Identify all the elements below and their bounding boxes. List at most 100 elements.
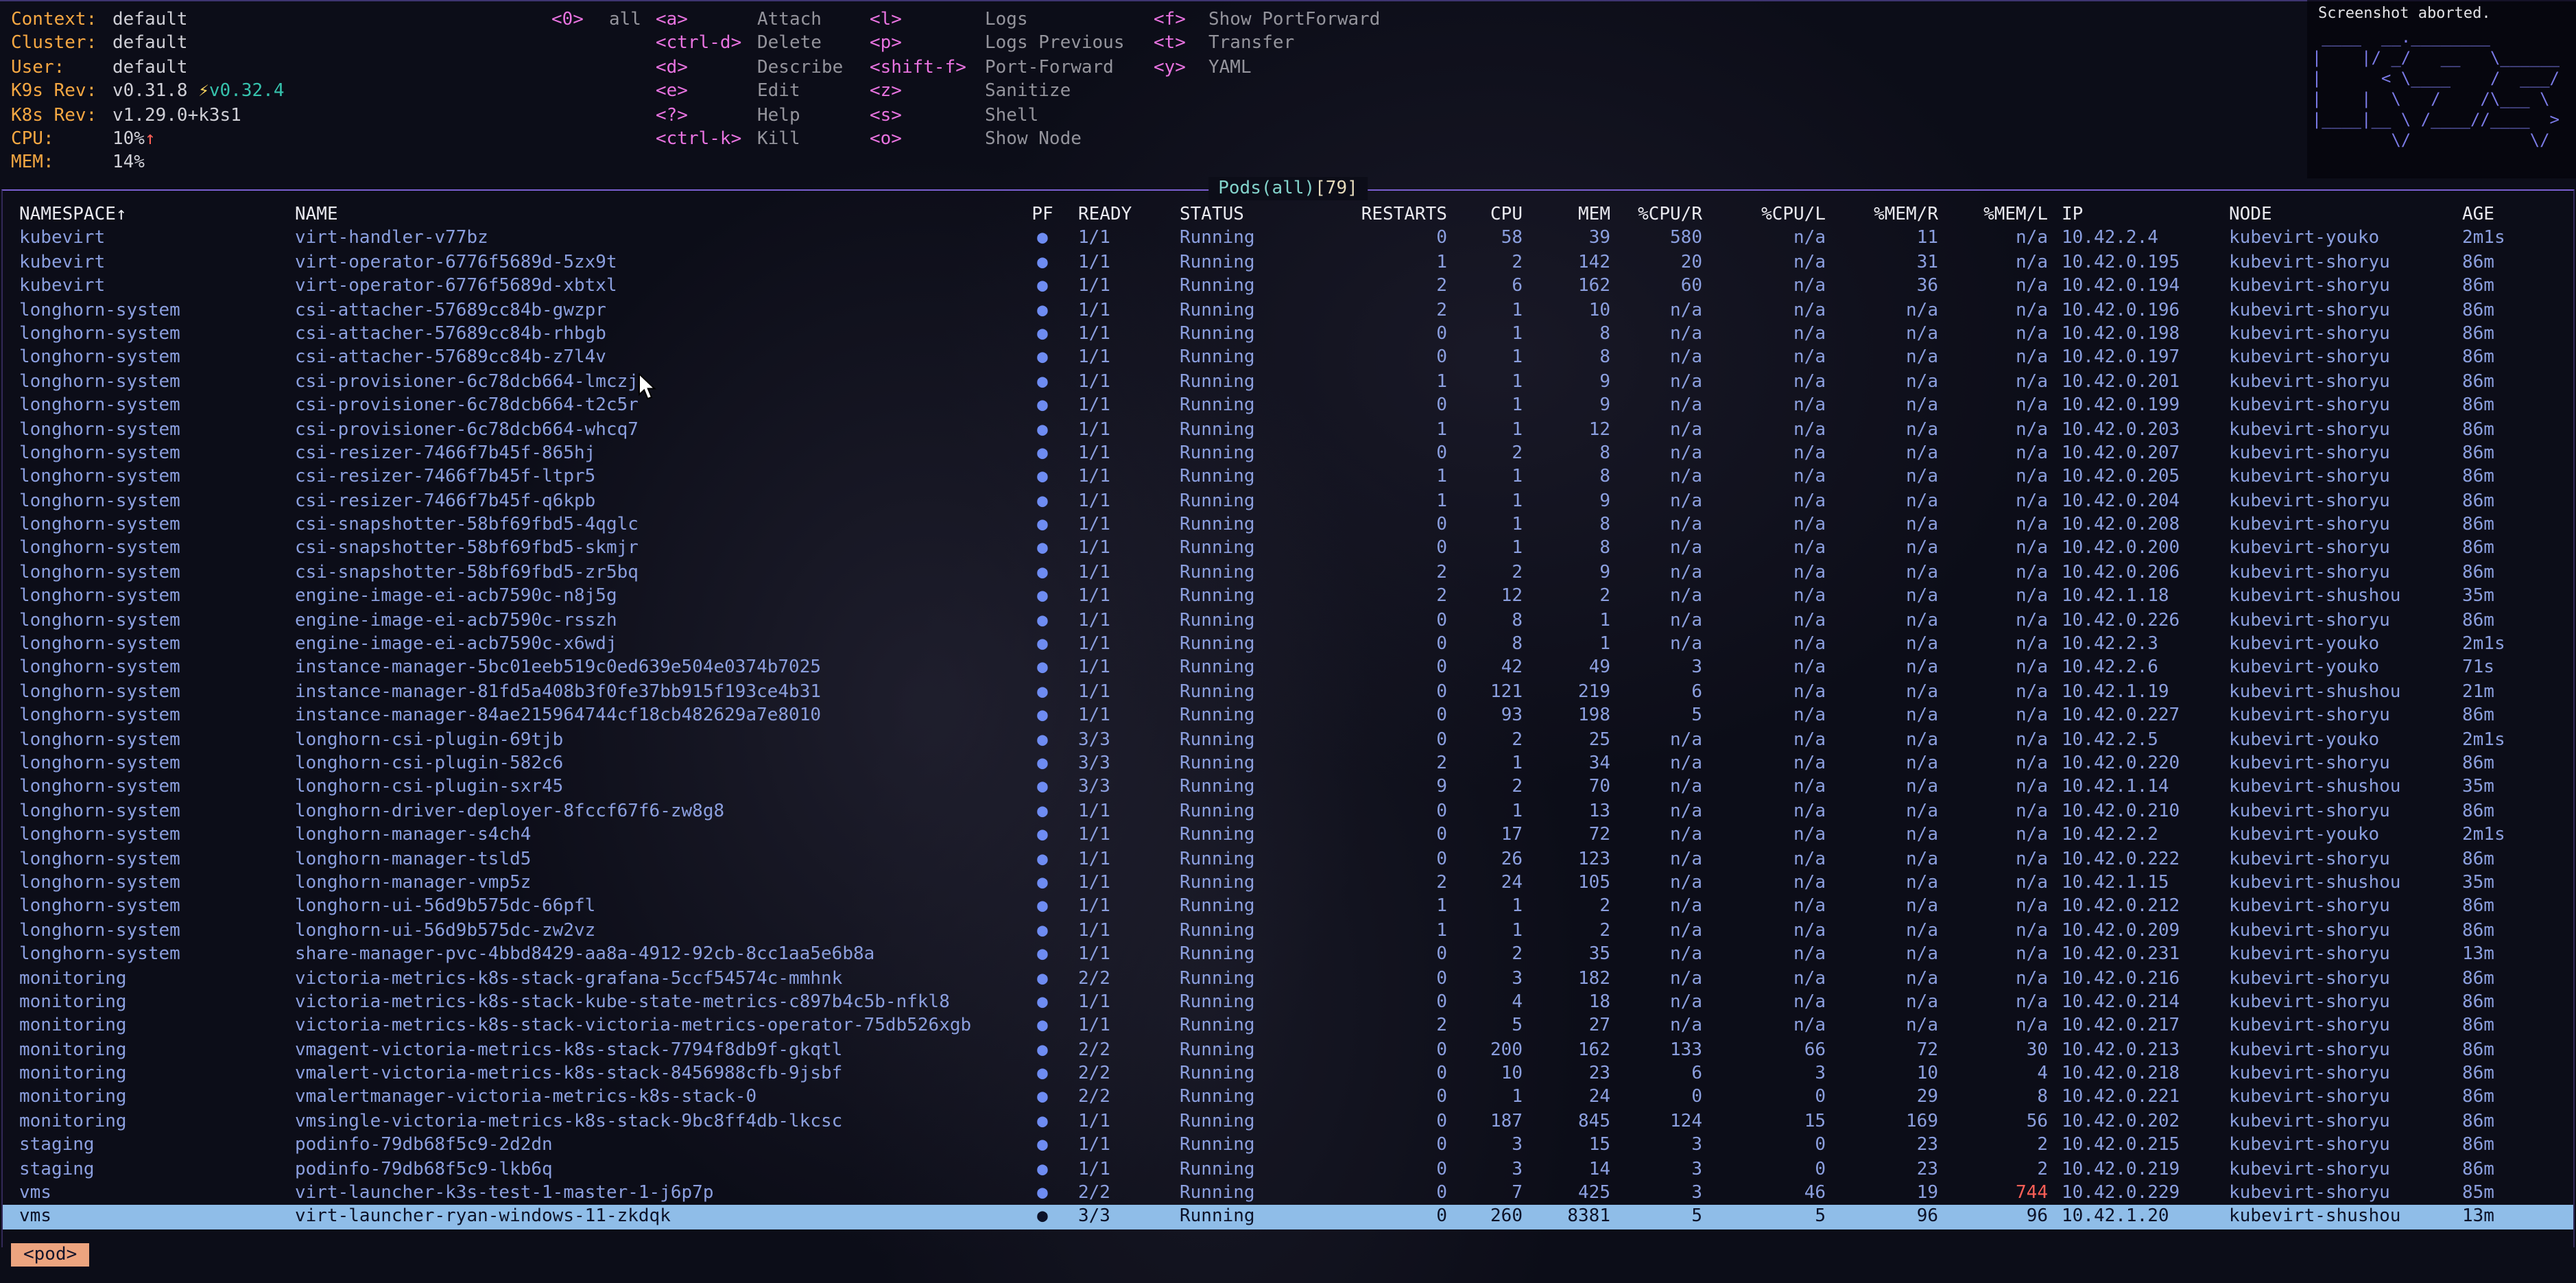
table-cell: Running xyxy=(1166,1110,1324,1134)
table-cell: n/a xyxy=(1610,871,1702,895)
table-row[interactable]: longhorn-systemlonghorn-manager-s4ch4●1/… xyxy=(3,823,2573,847)
table-row[interactable]: longhorn-systemlonghorn-csi-plugin-69tjb… xyxy=(3,728,2573,752)
table-row[interactable]: kubevirtvirt-handler-v77bz●1/1Running058… xyxy=(3,227,2573,251)
info-value: 14% xyxy=(112,153,145,174)
table-row[interactable]: vmsvirt-launcher-k3s-test-1-master-1-j6p… xyxy=(3,1181,2573,1205)
table-cell: kubevirt-shoryu xyxy=(2229,919,2462,943)
table-row[interactable]: longhorn-systeminstance-manager-84ae2159… xyxy=(3,704,2573,728)
table-row[interactable]: longhorn-systemcsi-resizer-7466f7b45f-lt… xyxy=(3,466,2573,490)
table-cell: 0 xyxy=(1324,1157,1447,1181)
table-row[interactable]: longhorn-systemcsi-snapshotter-58bf69fbd… xyxy=(3,561,2573,585)
table-cell: 1/1 xyxy=(1070,895,1166,919)
status-dot-icon: ● xyxy=(1015,394,1070,418)
table-row[interactable]: longhorn-systemshare-manager-pvc-4bbd842… xyxy=(3,943,2573,967)
menu-item-port-forward: <shift-f>Port-Forward xyxy=(870,56,1125,80)
table-row[interactable]: monitoringvictoria-metrics-k8s-stack-vic… xyxy=(3,1015,2573,1039)
table-cell: 0 xyxy=(1324,1086,1447,1110)
table-row[interactable]: longhorn-systemcsi-provisioner-6c78dcb66… xyxy=(3,394,2573,418)
table-row[interactable]: longhorn-systemcsi-attacher-57689cc84b-g… xyxy=(3,298,2573,322)
table-cell: 19 xyxy=(1826,1181,1938,1205)
info-label: Context: xyxy=(11,8,99,32)
table-cell: n/a xyxy=(1702,943,1826,967)
breadcrumb-pod[interactable]: <pod> xyxy=(11,1243,89,1267)
table-row[interactable]: longhorn-systemcsi-provisioner-6c78dcb66… xyxy=(3,370,2573,394)
table-row[interactable]: longhorn-systemlonghorn-driver-deployer-… xyxy=(3,800,2573,824)
table-cell: Running xyxy=(1166,418,1324,442)
table-cell: 1 xyxy=(1447,466,1523,490)
table-row[interactable]: stagingpodinfo-79db68f5c9-2d2dn●1/1Runni… xyxy=(3,1133,2573,1157)
table-cell: Running xyxy=(1166,513,1324,537)
table-cell: n/a xyxy=(1702,681,1826,705)
table-row[interactable]: monitoringvmagent-victoria-metrics-k8s-s… xyxy=(3,1038,2573,1062)
table-row[interactable]: longhorn-systemcsi-attacher-57689cc84b-z… xyxy=(3,346,2573,370)
table-cell: 86m xyxy=(2462,919,2569,943)
table-row[interactable]: kubevirtvirt-operator-6776f5689d-5zx9t●1… xyxy=(3,251,2573,275)
table-cell: 10.42.2.2 xyxy=(2048,823,2229,847)
table-cell: 10.42.0.216 xyxy=(2048,967,2229,991)
table-cell: csi-resizer-7466f7b45f-q6kpb xyxy=(295,489,1015,513)
table-row[interactable]: monitoringvictoria-metrics-k8s-stack-gra… xyxy=(3,967,2573,991)
table-row[interactable]: longhorn-systemcsi-snapshotter-58bf69fbd… xyxy=(3,513,2573,537)
table-row[interactable]: monitoringvmsingle-victoria-metrics-k8s-… xyxy=(3,1110,2573,1134)
table-row[interactable]: longhorn-systemengine-image-ei-acb7590c-… xyxy=(3,609,2573,633)
cluster-info: Context:defaultCluster:defaultUser:defau… xyxy=(11,8,285,175)
table-cell: n/a xyxy=(1938,728,2048,752)
table-cell: 1/1 xyxy=(1070,537,1166,561)
table-row[interactable]: longhorn-systeminstance-manager-5bc01eeb… xyxy=(3,657,2573,681)
table-cell: kubevirt-shoryu xyxy=(2229,418,2462,442)
table-cell: Running xyxy=(1166,823,1324,847)
table-row[interactable]: longhorn-systemcsi-resizer-7466f7b45f-86… xyxy=(3,442,2573,466)
table-cell: kubevirt-shushou xyxy=(2229,776,2462,800)
table-row[interactable]: longhorn-systemengine-image-ei-acb7590c-… xyxy=(3,633,2573,657)
status-dot-icon: ● xyxy=(1015,418,1070,442)
table-cell: engine-image-ei-acb7590c-x6wdj xyxy=(295,633,1015,657)
table-row[interactable]: longhorn-systemlonghorn-manager-tsld5●1/… xyxy=(3,847,2573,871)
table-cell: 0 xyxy=(1324,967,1447,991)
table-row[interactable]: stagingpodinfo-79db68f5c9-lkb6q●1/1Runni… xyxy=(3,1157,2573,1181)
table-row[interactable]: monitoringvictoria-metrics-k8s-stack-kub… xyxy=(3,991,2573,1015)
table-cell: longhorn-system xyxy=(3,681,295,705)
table-row[interactable]: longhorn-systemlonghorn-ui-56d9b575dc-66… xyxy=(3,895,2573,919)
table-cell: kubevirt-shoryu xyxy=(2229,967,2462,991)
table-row[interactable]: longhorn-systemengine-image-ei-acb7590c-… xyxy=(3,585,2573,609)
table-cell: kubevirt-shoryu xyxy=(2229,274,2462,298)
table-row[interactable]: monitoringvmalertmanager-victoria-metric… xyxy=(3,1086,2573,1110)
table-row[interactable]: vmsvirt-launcher-ryan-windows-11-zkdqk●3… xyxy=(3,1205,2573,1229)
menu-key: <s> xyxy=(870,104,974,128)
menu-column-1: <a>Attach<ctrl-d>Delete<d>Describe<e>Edi… xyxy=(656,8,843,152)
table-cell: n/a xyxy=(1826,370,1938,394)
table-row[interactable]: longhorn-systemcsi-provisioner-6c78dcb66… xyxy=(3,418,2573,442)
table-cell: longhorn-system xyxy=(3,609,295,633)
table-row[interactable]: longhorn-systeminstance-manager-81fd5a40… xyxy=(3,681,2573,705)
table-row[interactable]: longhorn-systemlonghorn-manager-vmp5z●1/… xyxy=(3,871,2573,895)
table-row[interactable]: longhorn-systemcsi-snapshotter-58bf69fbd… xyxy=(3,537,2573,561)
table-cell: n/a xyxy=(1610,346,1702,370)
table-cell: 10.42.0.194 xyxy=(2048,274,2229,298)
table-cell: kubevirt-shoryu xyxy=(2229,442,2462,466)
table-cell: n/a xyxy=(1610,895,1702,919)
table-row[interactable]: longhorn-systemcsi-resizer-7466f7b45f-q6… xyxy=(3,489,2573,513)
table-cell: 124 xyxy=(1610,1110,1702,1134)
status-dot-icon: ● xyxy=(1015,847,1070,871)
table-cell: longhorn-system xyxy=(3,370,295,394)
table-cell: Running xyxy=(1166,442,1324,466)
table-cell: 9 xyxy=(1523,561,1610,585)
table-cell: 10.42.2.5 xyxy=(2048,728,2229,752)
table-row[interactable]: kubevirtvirt-operator-6776f5689d-xbtxl●1… xyxy=(3,274,2573,298)
table-cell: n/a xyxy=(1938,1015,2048,1039)
table-cell: 1/1 xyxy=(1070,919,1166,943)
table-cell: podinfo-79db68f5c9-lkb6q xyxy=(295,1157,1015,1181)
table-cell: 8 xyxy=(1523,466,1610,490)
menu-key: <z> xyxy=(870,80,974,104)
status-dot-icon: ● xyxy=(1015,1133,1070,1157)
table-cell: 0 xyxy=(1324,681,1447,705)
table-cell: 3/3 xyxy=(1070,728,1166,752)
table-row[interactable]: longhorn-systemlonghorn-ui-56d9b575dc-zw… xyxy=(3,919,2573,943)
table-row[interactable]: longhorn-systemlonghorn-csi-plugin-sxr45… xyxy=(3,776,2573,800)
table-cell: longhorn-system xyxy=(3,298,295,322)
table-cell: 2 xyxy=(1447,776,1523,800)
table-row[interactable]: longhorn-systemlonghorn-csi-plugin-582c6… xyxy=(3,752,2573,776)
table-cell: n/a xyxy=(1702,633,1826,657)
table-row[interactable]: monitoringvmalert-victoria-metrics-k8s-s… xyxy=(3,1062,2573,1086)
table-row[interactable]: longhorn-systemcsi-attacher-57689cc84b-r… xyxy=(3,322,2573,346)
